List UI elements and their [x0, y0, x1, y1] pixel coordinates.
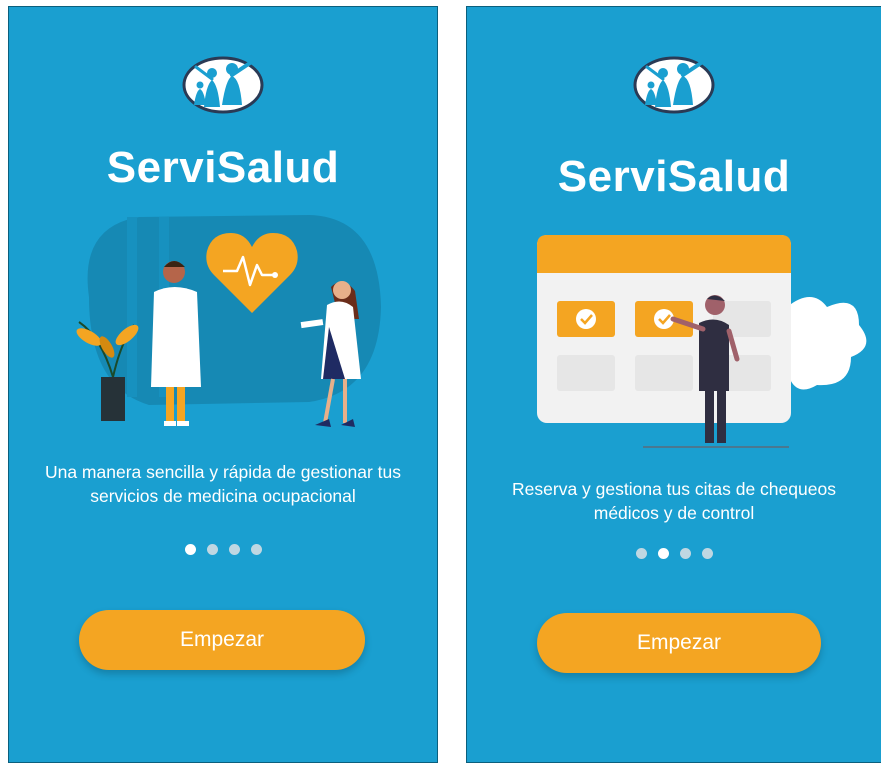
onboarding-tagline: Reserva y gestiona tus citas de chequeos… [512, 479, 836, 523]
start-button[interactable]: Empezar [79, 610, 365, 670]
pagination-dot[interactable] [250, 544, 262, 555]
calendar-booking-illustration [537, 235, 867, 448]
doctors-heart-illustration [76, 215, 382, 427]
pagination-dot[interactable] [635, 548, 647, 559]
pagination-dot[interactable] [184, 544, 196, 555]
start-button[interactable]: Empezar [537, 613, 821, 673]
onboarding-screen-2: ServiSalud Reserva y gestiona tus citas … [466, 6, 881, 763]
pagination-dots[interactable] [467, 548, 881, 559]
pagination-dot[interactable] [206, 544, 218, 555]
onboarding-tagline: Una manera sencilla y rápida de gestiona… [44, 462, 402, 506]
pagination-dot[interactable] [228, 544, 240, 555]
pagination-dot[interactable] [657, 548, 669, 559]
pagination-dots[interactable] [9, 544, 437, 555]
pagination-dot[interactable] [701, 548, 713, 559]
onboarding-screen-1: ServiSalud Una manera sencilla y rápida … [8, 6, 438, 763]
pagination-dot[interactable] [679, 548, 691, 559]
